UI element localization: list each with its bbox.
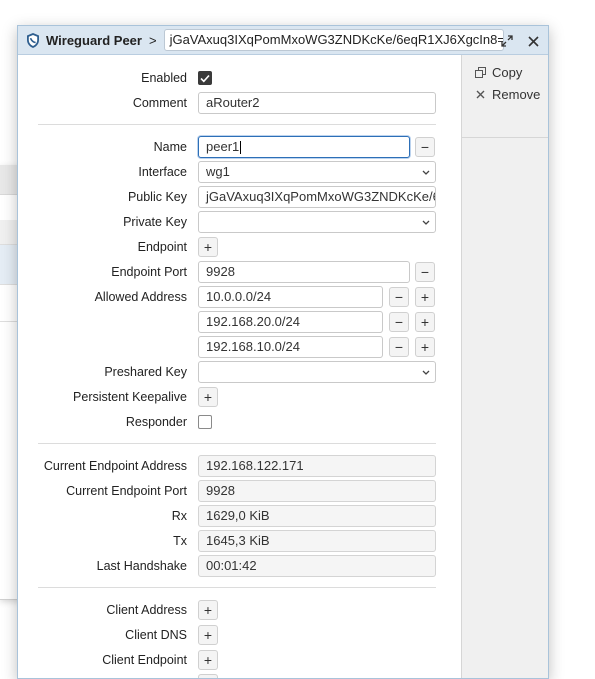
- minus-icon[interactable]: −: [415, 262, 435, 282]
- copy-button[interactable]: Copy: [473, 63, 522, 81]
- chevron-down-icon: [422, 162, 430, 182]
- plus-icon[interactable]: +: [198, 625, 218, 645]
- endpoint-port-input[interactable]: 9928: [198, 261, 410, 283]
- client-endpoint-label: Client Endpoint: [102, 653, 187, 667]
- name-value: peer1: [206, 139, 240, 154]
- remove-button[interactable]: Remove: [473, 85, 540, 103]
- allowed-address-label: Allowed Address: [94, 290, 187, 304]
- chevron-down-icon: [422, 362, 430, 382]
- expand-icon[interactable]: [497, 31, 517, 51]
- text-caret: [240, 141, 242, 155]
- tx-field: 1645,3 KiB: [198, 530, 436, 552]
- current-endpoint-address-label: Current Endpoint Address: [43, 459, 187, 473]
- public-key-label: Public Key: [127, 190, 187, 204]
- plus-icon[interactable]: +: [415, 287, 435, 307]
- rx-field: 1629,0 KiB: [198, 505, 436, 527]
- plus-icon[interactable]: +: [198, 600, 218, 620]
- section-divider: [38, 124, 436, 125]
- current-endpoint-port-field: 9928: [198, 480, 436, 502]
- minus-icon[interactable]: −: [389, 287, 409, 307]
- tx-label: Tx: [173, 534, 187, 548]
- endpoint-label: Endpoint: [137, 240, 187, 254]
- private-key-select[interactable]: [198, 211, 436, 233]
- plus-icon[interactable]: +: [415, 312, 435, 332]
- current-endpoint-port-label: Current Endpoint Port: [66, 484, 187, 498]
- name-label: Name: [153, 140, 187, 154]
- minus-icon[interactable]: −: [389, 337, 409, 357]
- close-icon[interactable]: [523, 31, 543, 51]
- title-bar[interactable]: Wireguard Peer > jGaVAxuq3IXqPomMxoWG3ZN…: [18, 26, 548, 55]
- allowed-address-input[interactable]: 192.168.10.0/24: [198, 336, 383, 358]
- private-key-label: Private Key: [123, 215, 187, 229]
- checkmark-icon: [200, 74, 210, 82]
- copy-label: Copy: [492, 64, 523, 80]
- chevron-down-icon: [422, 212, 430, 232]
- endpoint-port-label: Endpoint Port: [111, 265, 187, 279]
- plus-icon[interactable]: +: [198, 387, 218, 407]
- action-panel: Copy Remove: [461, 55, 548, 678]
- preshared-key-select[interactable]: [198, 361, 436, 383]
- breadcrumb-separator: >: [148, 32, 157, 48]
- minus-icon[interactable]: −: [415, 137, 435, 157]
- last-handshake-label: Last Handshake: [96, 559, 187, 573]
- comment-label: Comment: [132, 96, 187, 110]
- title-key-field[interactable]: jGaVAxuq3IXqPomMxoWG3ZNDKcKe/6eqR1XJ6Xgc…: [163, 29, 504, 51]
- persistent-keepalive-label: Persistent Keepalive: [73, 390, 187, 404]
- plus-icon[interactable]: +: [198, 650, 218, 670]
- rx-label: Rx: [171, 509, 187, 523]
- interface-value: wg1: [206, 164, 230, 179]
- action-panel-divider: [462, 137, 548, 138]
- plus-icon[interactable]: +: [415, 337, 435, 357]
- enabled-checkbox[interactable]: [198, 71, 212, 85]
- section-divider: [38, 443, 436, 444]
- x-icon: [473, 90, 487, 99]
- client-address-label: Client Address: [106, 603, 187, 617]
- plus-icon[interactable]: [198, 674, 218, 678]
- plus-icon[interactable]: +: [198, 237, 218, 257]
- dialog-title: Wireguard Peer: [46, 32, 142, 48]
- section-divider: [38, 587, 436, 588]
- interface-label: Interface: [138, 165, 187, 179]
- comment-input[interactable]: aRouter2: [198, 92, 436, 114]
- public-key-input[interactable]: jGaVAxuq3IXqPomMxoWG3ZNDKcKe/6eqR1XJ6Xgc…: [198, 186, 436, 208]
- allowed-address-input[interactable]: 192.168.20.0/24: [198, 311, 383, 333]
- client-dns-label: Client DNS: [125, 628, 187, 642]
- last-handshake-field: 00:01:42: [198, 555, 436, 577]
- interface-select[interactable]: wg1: [198, 161, 436, 183]
- shield-icon: [24, 31, 42, 49]
- responder-checkbox[interactable]: [198, 415, 212, 429]
- allowed-address-input[interactable]: 10.0.0.0/24: [198, 286, 383, 308]
- current-endpoint-address-field: 192.168.122.171: [198, 455, 436, 477]
- minus-icon[interactable]: −: [389, 312, 409, 332]
- name-input[interactable]: peer1: [198, 136, 410, 158]
- responder-label: Responder: [125, 415, 187, 429]
- wireguard-peer-dialog: Wireguard Peer > jGaVAxuq3IXqPomMxoWG3ZN…: [17, 25, 549, 679]
- enabled-label: Enabled: [141, 71, 187, 85]
- copy-icon: [473, 66, 487, 78]
- preshared-key-label: Preshared Key: [104, 365, 187, 379]
- remove-label: Remove: [492, 86, 541, 102]
